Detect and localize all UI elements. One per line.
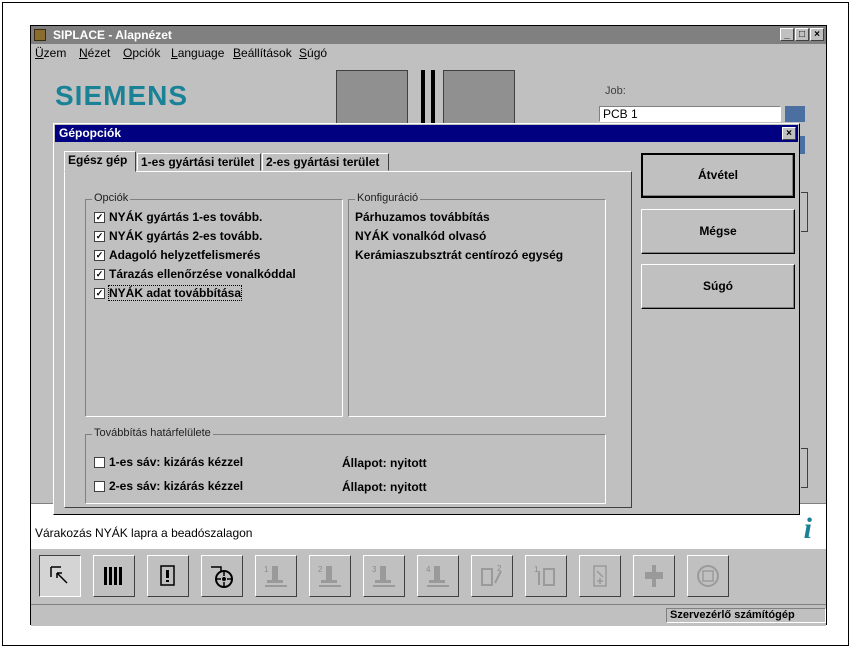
lane-1-label: 1-es sáv: kizárás kézzel — [109, 455, 244, 469]
separator — [421, 70, 425, 128]
option-checkbox[interactable]: ✓ Adagoló helyzetfelismerés — [94, 248, 260, 264]
app-icon — [34, 29, 46, 41]
config-item: Kerámiaszubsztrát centírozó egység — [355, 248, 564, 262]
component-grid-icon[interactable] — [93, 555, 135, 597]
tab-production-area-2[interactable]: 2-es gyártási terület — [262, 153, 389, 171]
tab-production-area-1[interactable]: 1-es gyártási terület — [137, 153, 261, 171]
menu-item-beallitasok[interactable]: Beállítások — [233, 46, 292, 60]
placement-head-4-icon[interactable]: 4 — [417, 555, 459, 597]
cancel-button[interactable]: Mégse — [641, 209, 795, 254]
info-icon[interactable]: i — [804, 512, 812, 546]
menu-item-language[interactable]: Language — [171, 46, 224, 60]
job-label: Job: — [605, 85, 626, 97]
station-view-left[interactable] — [336, 70, 408, 128]
siemens-logo: SIEMENS — [55, 80, 189, 111]
conveyor-2-icon[interactable]: 2 — [471, 555, 513, 597]
lane-1-status: Állapot: nyitott — [342, 456, 427, 470]
status-message: Várakozás NYÁK lapra a beadószalagon — [35, 526, 253, 540]
conveyor-1-icon[interactable]: 1 — [525, 555, 567, 597]
svg-text:1: 1 — [264, 565, 269, 574]
refresh-disk-icon[interactable] — [687, 555, 729, 597]
config-item: Párhuzamos továbbítás — [355, 210, 490, 224]
tab-panel: Opciók ✓ NYÁK gyártás 1-es tovább. ✓ NYÁK … — [64, 171, 632, 508]
checkbox-checked-icon[interactable]: ✓ — [94, 250, 105, 262]
menu-item-opciok[interactable]: Opciók — [123, 46, 160, 60]
close-button[interactable]: × — [810, 28, 824, 41]
checkbox-checked-icon[interactable]: ✓ — [94, 288, 105, 300]
station-view-right[interactable] — [443, 70, 515, 128]
nozzle-plus-icon[interactable] — [579, 555, 621, 597]
checkbox-unchecked-icon[interactable] — [94, 457, 105, 469]
accept-button[interactable]: Átvétel — [641, 153, 795, 198]
menu-item-sugo[interactable]: Súgó — [299, 46, 327, 60]
job-field[interactable]: PCB 1 — [599, 106, 781, 122]
option-checkbox[interactable]: ✓ NYÁK gyártás 1-es tovább. — [94, 210, 262, 226]
option-label: NYÁK adat továbbítása — [107, 285, 243, 301]
transfer-interface-legend: Továbbítás határfelülete — [92, 427, 213, 439]
bottom-status-bar: Szervezérlő számítógép — [31, 604, 826, 626]
dialog-title-bar: Gépopciók × — [55, 125, 798, 142]
option-label: NYÁK gyártás 1-es tovább. — [109, 210, 263, 224]
machine-options-dialog: Gépopciók × Egész gép 1-es gyártási terü… — [53, 123, 800, 515]
dialog-title: Gépopciók — [59, 126, 122, 140]
option-checkbox[interactable]: ✓ NYÁK adat továbbítása — [94, 285, 243, 302]
transfer-interface-group: Továbbítás határfelülete 1-es sáv: kizár… — [85, 427, 606, 504]
dialog-close-button[interactable]: × — [782, 127, 796, 140]
checkbox-checked-icon[interactable]: ✓ — [94, 212, 105, 224]
svg-text:2: 2 — [318, 565, 323, 574]
job-dropdown-icon[interactable] — [785, 106, 805, 122]
tab-whole-machine[interactable]: Egész gép — [64, 151, 136, 172]
toolbar: 1 2 3 4 2 1 — [31, 548, 826, 605]
station-icon[interactable] — [633, 555, 675, 597]
help-button[interactable]: Súgó — [641, 264, 795, 309]
configuration-group: Konfiguráció Párhuzamos továbbítás NYÁK … — [348, 192, 606, 417]
svg-text:2: 2 — [497, 564, 502, 573]
host-computer-status: Szervezérlő számítógép — [666, 608, 826, 623]
alert-panel-icon[interactable] — [147, 555, 189, 597]
maximize-button[interactable]: □ — [795, 28, 809, 41]
placement-head-3-icon[interactable]: 3 — [363, 555, 405, 597]
lane-2-label: 2-es sáv: kizárás kézzel — [109, 479, 244, 493]
feeder-reel-icon[interactable] — [201, 555, 243, 597]
menu-bar: Üzem Nézet Opciók Language Beállítások S… — [31, 44, 826, 62]
option-label: Adagoló helyzetfelismerés — [109, 248, 261, 262]
option-label: Tárazás ellenőrzése vonalkóddal — [109, 267, 296, 281]
menu-item-nezet[interactable]: Nézet — [79, 46, 110, 60]
options-legend: Opciók — [92, 192, 131, 204]
svg-text:3: 3 — [372, 565, 377, 574]
svg-text:4: 4 — [426, 565, 431, 574]
side-panel-edge — [801, 192, 808, 232]
checkbox-checked-icon[interactable]: ✓ — [94, 269, 105, 281]
window-title: SIPLACE - Alapnézet — [53, 28, 172, 42]
side-panel-edge — [801, 448, 808, 488]
separator — [431, 70, 435, 128]
checkbox-unchecked-icon[interactable] — [94, 481, 105, 493]
option-checkbox[interactable]: ✓ Tárazás ellenőrzése vonalkóddal — [94, 267, 296, 283]
placement-head-1-icon[interactable]: 1 — [255, 555, 297, 597]
option-checkbox[interactable]: ✓ NYÁK gyártás 2-es tovább. — [94, 229, 262, 245]
checkbox-checked-icon[interactable]: ✓ — [94, 231, 105, 243]
config-item: NYÁK vonalkód olvasó — [355, 229, 487, 243]
options-group: Opciók ✓ NYÁK gyártás 1-es tovább. ✓ NYÁK … — [85, 192, 343, 417]
configuration-legend: Konfiguráció — [355, 192, 421, 204]
lane-2-status: Állapot: nyitott — [342, 480, 427, 494]
lane-2-lockout-checkbox[interactable]: 2-es sáv: kizárás kézzel — [94, 479, 243, 495]
title-bar: SIPLACE - Alapnézet _ □ × — [31, 26, 826, 44]
option-label: NYÁK gyártás 2-es tovább. — [109, 229, 263, 243]
select-pointer-icon[interactable] — [39, 555, 81, 597]
placement-head-2-icon[interactable]: 2 — [309, 555, 351, 597]
lane-1-lockout-checkbox[interactable]: 1-es sáv: kizárás kézzel — [94, 455, 243, 471]
minimize-button[interactable]: _ — [780, 28, 794, 41]
menu-item-uzem[interactable]: Üzem — [35, 46, 66, 60]
